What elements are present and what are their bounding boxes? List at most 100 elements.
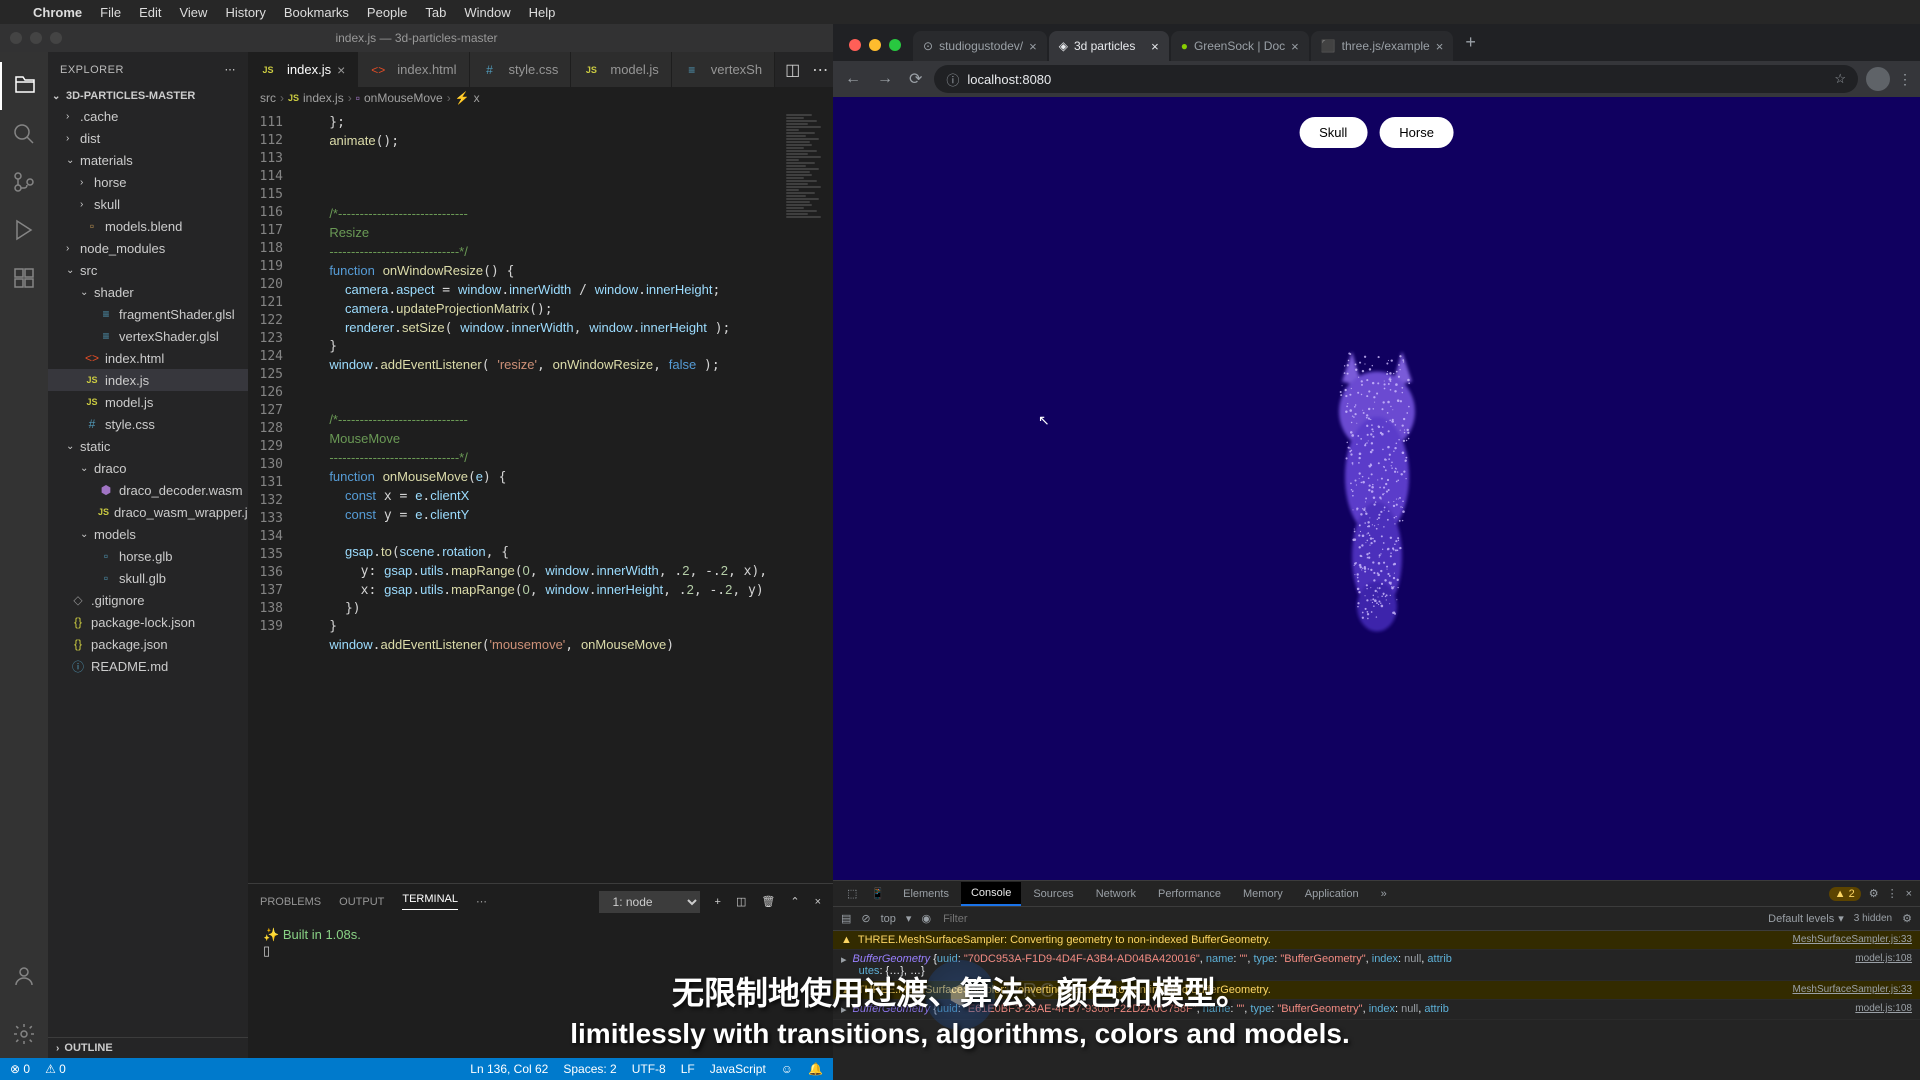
- menu-edit[interactable]: Edit: [139, 5, 161, 20]
- device-icon[interactable]: 📱: [865, 887, 891, 900]
- console-settings-icon[interactable]: ⚙: [1902, 912, 1912, 925]
- debug-console-icon[interactable]: ⋯: [476, 895, 487, 908]
- new-tab-icon[interactable]: +: [1455, 32, 1486, 61]
- outline-section[interactable]: › OUTLINE: [48, 1037, 248, 1058]
- maximize-icon[interactable]: [889, 39, 901, 51]
- tree-file[interactable]: ▫skull.glb: [48, 567, 248, 589]
- tree-file[interactable]: #style.css: [48, 413, 248, 435]
- application-tab[interactable]: Application: [1295, 883, 1369, 905]
- browser-tab[interactable]: ● GreenSock | Doc ×: [1171, 31, 1309, 61]
- tree-folder[interactable]: ›node_modules: [48, 237, 248, 259]
- editor-tab[interactable]: ≡vertexSh: [672, 52, 775, 87]
- tree-folder[interactable]: ›skull: [48, 193, 248, 215]
- tab-close-icon[interactable]: ×: [1291, 39, 1299, 54]
- tree-file[interactable]: ▫models.blend: [48, 215, 248, 237]
- new-terminal-icon[interactable]: +: [715, 896, 721, 908]
- chrome-menu-icon[interactable]: ⋮: [1898, 71, 1912, 88]
- editor-tab-active[interactable]: JSindex.js×: [248, 52, 358, 87]
- kill-terminal-icon[interactable]: 🗑: [761, 895, 775, 908]
- editor-tab[interactable]: JSmodel.js: [571, 52, 671, 87]
- skull-button[interactable]: Skull: [1299, 117, 1367, 148]
- maximize-panel-icon[interactable]: ⌃: [790, 895, 799, 908]
- tree-file[interactable]: ⓘREADME.md: [48, 655, 248, 677]
- search-icon[interactable]: [0, 110, 48, 158]
- devtools-menu-icon[interactable]: ⋮: [1887, 887, 1898, 900]
- browser-tab[interactable]: ⬛ three.js/example ×: [1311, 31, 1454, 61]
- back-icon[interactable]: ←: [841, 66, 865, 92]
- elements-tab[interactable]: Elements: [893, 883, 959, 905]
- settings-icon[interactable]: [0, 1010, 48, 1058]
- tab-close-icon[interactable]: ×: [1436, 39, 1444, 54]
- app-name[interactable]: Chrome: [33, 5, 82, 20]
- window-minimize-icon[interactable]: [30, 32, 42, 44]
- tree-folder[interactable]: ⌄shader: [48, 281, 248, 303]
- levels-dropdown[interactable]: Default levels▾: [1768, 912, 1844, 925]
- account-icon[interactable]: [0, 952, 48, 1000]
- context-dropdown-icon[interactable]: ▾: [906, 912, 912, 925]
- tree-file[interactable]: JSmodel.js: [48, 391, 248, 413]
- tree-folder[interactable]: ›dist: [48, 127, 248, 149]
- tree-file[interactable]: ⬢draco_decoder.wasm: [48, 479, 248, 501]
- tree-file[interactable]: {}package.json: [48, 633, 248, 655]
- tab-close-icon[interactable]: ×: [1029, 39, 1037, 54]
- problems-tab[interactable]: PROBLEMS: [260, 896, 321, 908]
- profile-avatar[interactable]: [1866, 67, 1890, 91]
- menu-window[interactable]: Window: [464, 5, 510, 20]
- console-sidebar-icon[interactable]: ▤: [841, 912, 851, 925]
- inspect-icon[interactable]: ⬚: [841, 887, 863, 900]
- devtools-settings-icon[interactable]: ⚙: [1869, 887, 1879, 900]
- eye-icon[interactable]: ◉: [921, 912, 931, 925]
- menu-bookmarks[interactable]: Bookmarks: [284, 5, 349, 20]
- tree-folder[interactable]: ›horse: [48, 171, 248, 193]
- status-encoding[interactable]: UTF-8: [632, 1062, 666, 1076]
- tree-file[interactable]: ≡vertexShader.glsl: [48, 325, 248, 347]
- browser-tab[interactable]: ⊙ studiogustodev/ ×: [913, 31, 1047, 61]
- output-tab[interactable]: OUTPUT: [339, 896, 384, 908]
- tree-file[interactable]: ≡fragmentShader.glsl: [48, 303, 248, 325]
- tree-folder[interactable]: ⌄models: [48, 523, 248, 545]
- sources-tab[interactable]: Sources: [1023, 883, 1083, 905]
- code-editor[interactable]: 1111121131141151161171181191201211221231…: [248, 109, 833, 883]
- tree-file[interactable]: ◇.gitignore: [48, 589, 248, 611]
- tree-file[interactable]: {}package-lock.json: [48, 611, 248, 633]
- tab-close-icon[interactable]: ×: [337, 62, 345, 78]
- memory-tab[interactable]: Memory: [1233, 883, 1293, 905]
- menu-help[interactable]: Help: [529, 5, 556, 20]
- site-info-icon[interactable]: ⓘ: [946, 70, 959, 89]
- console-tab[interactable]: Console: [961, 882, 1021, 906]
- explorer-icon[interactable]: [0, 62, 48, 110]
- status-errors[interactable]: ⊗ 0: [10, 1062, 30, 1076]
- browser-tab-active[interactable]: ◈ 3d particles ×: [1049, 31, 1169, 61]
- horse-button[interactable]: Horse: [1379, 117, 1454, 148]
- devtools-close-icon[interactable]: ×: [1906, 888, 1912, 900]
- status-warnings[interactable]: ⚠ 0: [45, 1062, 66, 1076]
- minimize-icon[interactable]: [869, 39, 881, 51]
- reload-icon[interactable]: ⟳: [905, 65, 926, 93]
- more-icon[interactable]: ⋯: [225, 63, 237, 76]
- network-tab[interactable]: Network: [1086, 883, 1146, 905]
- more-tabs-icon[interactable]: »: [1371, 883, 1397, 905]
- tree-folder[interactable]: ⌄static: [48, 435, 248, 457]
- tree-file[interactable]: <>index.html: [48, 347, 248, 369]
- breadcrumbs[interactable]: src› JSindex.js› ▫onMouseMove› ⚡x: [248, 87, 833, 109]
- menu-people[interactable]: People: [367, 5, 407, 20]
- status-bell-icon[interactable]: 🔔: [808, 1062, 823, 1076]
- close-panel-icon[interactable]: ×: [815, 896, 821, 908]
- tree-folder[interactable]: ⌄src: [48, 259, 248, 281]
- tree-folder[interactable]: ›.cache: [48, 105, 248, 127]
- menu-history[interactable]: History: [225, 5, 265, 20]
- status-eol[interactable]: LF: [681, 1062, 695, 1076]
- clear-console-icon[interactable]: ⊘: [861, 912, 870, 925]
- extensions-icon[interactable]: [0, 254, 48, 302]
- project-title[interactable]: ⌄ 3D-PARTICLES-MASTER: [48, 87, 248, 105]
- console-filter[interactable]: [941, 911, 1758, 927]
- status-feedback-icon[interactable]: ☺: [781, 1062, 793, 1076]
- more-actions-icon[interactable]: ⋯: [812, 60, 828, 80]
- window-close-icon[interactable]: [10, 32, 22, 44]
- editor-tab[interactable]: #style.css: [470, 52, 572, 87]
- menu-file[interactable]: File: [100, 5, 121, 20]
- status-language[interactable]: JavaScript: [710, 1062, 766, 1076]
- forward-icon[interactable]: →: [873, 66, 897, 92]
- tree-file[interactable]: ▫horse.glb: [48, 545, 248, 567]
- bookmark-icon[interactable]: ☆: [1834, 71, 1846, 87]
